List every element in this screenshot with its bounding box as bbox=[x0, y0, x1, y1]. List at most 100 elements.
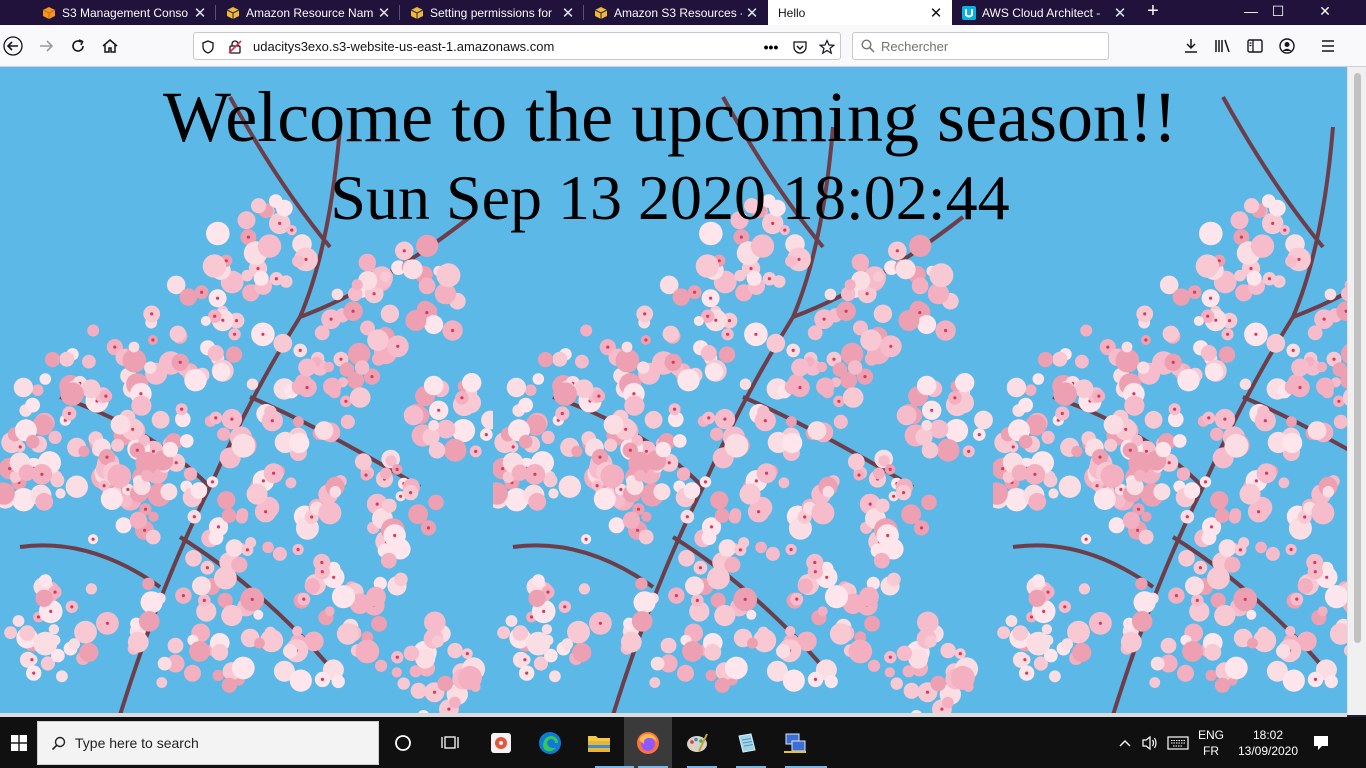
timeline-button[interactable] bbox=[427, 717, 473, 768]
tab-title: AWS Cloud Architect - bbox=[982, 5, 1101, 20]
url-text: udacitys3exo.s3-website-us-east-1.amazon… bbox=[253, 39, 555, 54]
udacity-icon bbox=[962, 5, 976, 20]
pocket-icon[interactable] bbox=[791, 38, 809, 56]
task-view-icon bbox=[441, 735, 459, 749]
aws-cube-icon bbox=[410, 6, 424, 19]
taskbar-app-recorder[interactable] bbox=[477, 717, 525, 768]
cortana-circle-icon bbox=[395, 734, 411, 751]
search-bar[interactable] bbox=[852, 32, 1109, 60]
hamburger-menu-icon bbox=[1322, 40, 1334, 52]
library-button[interactable] bbox=[1210, 33, 1236, 59]
edge-browser-icon bbox=[539, 731, 561, 754]
aws-box-icon bbox=[42, 6, 56, 19]
downloads-button[interactable] bbox=[1178, 33, 1204, 59]
windows-taskbar: Type here to search ENG FR 18:02 13/09/2… bbox=[0, 717, 1366, 768]
bookmark-star-icon[interactable] bbox=[818, 38, 836, 56]
account-button[interactable] bbox=[1274, 33, 1300, 59]
shield-icon[interactable] bbox=[199, 38, 217, 56]
firefox-icon bbox=[637, 731, 659, 754]
clock-date: 13/09/2020 bbox=[1237, 743, 1299, 758]
paint-palette-icon bbox=[687, 733, 708, 752]
notification-icon bbox=[1314, 735, 1328, 750]
account-icon bbox=[1279, 38, 1295, 54]
task-view-button[interactable] bbox=[380, 717, 426, 768]
forward-button[interactable] bbox=[33, 33, 59, 59]
tab-strip: S3 Management Conso ✕ Amazon Resource Na… bbox=[0, 0, 1366, 25]
search-input[interactable] bbox=[881, 37, 1101, 55]
tab-s3-management[interactable]: S3 Management Conso ✕ bbox=[32, 0, 216, 25]
home-button[interactable] bbox=[97, 33, 123, 59]
scrollbar-thumb[interactable] bbox=[1354, 73, 1361, 643]
tab-title: Amazon S3 Resources - bbox=[614, 5, 742, 20]
taskbar-app-firefox[interactable] bbox=[624, 717, 672, 768]
network-computer-icon bbox=[784, 733, 806, 753]
start-button[interactable] bbox=[0, 717, 37, 768]
aws-cube-icon bbox=[226, 6, 240, 19]
tab-aws-cloud-architect[interactable]: AWS Cloud Architect - ✕ bbox=[952, 0, 1136, 25]
notepad-icon bbox=[738, 732, 756, 753]
tab-amazon-s3-resources[interactable]: Amazon S3 Resources - ✕ bbox=[584, 0, 768, 25]
close-tab-icon[interactable]: ✕ bbox=[190, 4, 210, 22]
taskbar-app-edge[interactable] bbox=[526, 717, 574, 768]
reload-icon bbox=[72, 39, 84, 52]
close-window-button[interactable]: ✕ bbox=[1302, 0, 1348, 25]
page-actions-icon[interactable]: ••• bbox=[762, 38, 780, 56]
search-icon bbox=[51, 736, 66, 751]
back-button[interactable] bbox=[0, 33, 26, 59]
tab-title: Hello bbox=[778, 5, 806, 20]
close-tab-icon[interactable]: ✕ bbox=[558, 4, 578, 22]
taskbar-app-notes[interactable] bbox=[722, 717, 770, 768]
tab-title: Setting permissions for bbox=[430, 5, 553, 20]
web-page-content: Welcome to the upcoming season!! Sun Sep… bbox=[0, 67, 1347, 715]
maximize-button[interactable]: ☐ bbox=[1255, 0, 1301, 25]
address-bar[interactable]: udacitys3exo.s3-website-us-east-1.amazon… bbox=[193, 32, 841, 60]
tab-title: S3 Management Conso bbox=[62, 5, 189, 20]
close-tab-icon[interactable]: ✕ bbox=[926, 4, 946, 22]
page-headline: Welcome to the upcoming season!! bbox=[163, 77, 1177, 157]
keyboard-layout-code: FR bbox=[1203, 743, 1219, 758]
vertical-scrollbar[interactable] bbox=[1347, 67, 1366, 715]
taskbar-app-remote[interactable] bbox=[771, 717, 819, 768]
taskbar-search-placeholder: Type here to search bbox=[75, 735, 199, 751]
volume-button[interactable] bbox=[1138, 717, 1162, 768]
clock[interactable]: 18:02 13/09/2020 bbox=[1230, 717, 1306, 768]
action-center-button[interactable] bbox=[1306, 717, 1336, 768]
sidebar-icon bbox=[1247, 39, 1263, 53]
tab-hello[interactable]: Hello ✕ bbox=[768, 0, 952, 25]
back-arrow-icon bbox=[3, 36, 23, 56]
insecure-lock-icon[interactable] bbox=[226, 38, 244, 56]
tab-setting-permissions[interactable]: Setting permissions for ✕ bbox=[400, 0, 584, 25]
search-icon bbox=[861, 39, 875, 53]
input-language-indicator[interactable]: ENG FR bbox=[1194, 717, 1228, 768]
cherry-blossom-image bbox=[993, 67, 1347, 715]
language-code: ENG bbox=[1197, 727, 1224, 742]
windows-logo-icon bbox=[10, 734, 27, 751]
folder-icon bbox=[588, 735, 610, 752]
taskbar-search-box[interactable]: Type here to search bbox=[37, 721, 379, 765]
forward-arrow-icon bbox=[40, 40, 54, 52]
menu-button[interactable] bbox=[1315, 33, 1341, 59]
library-icon bbox=[1215, 39, 1230, 53]
taskbar-app-file-explorer[interactable] bbox=[575, 717, 623, 768]
speaker-icon bbox=[1142, 735, 1157, 750]
touch-keyboard-button[interactable] bbox=[1164, 717, 1192, 768]
navigation-toolbar: udacitys3exo.s3-website-us-east-1.amazon… bbox=[0, 25, 1366, 67]
tab-title: Amazon Resource Nam bbox=[246, 5, 374, 20]
aws-cube-icon bbox=[594, 6, 608, 19]
close-tab-icon[interactable]: ✕ bbox=[1110, 4, 1130, 22]
download-icon bbox=[1185, 39, 1197, 53]
sidebar-button[interactable] bbox=[1242, 33, 1268, 59]
show-hidden-icons-button[interactable] bbox=[1114, 717, 1136, 768]
new-tab-button[interactable]: + bbox=[1140, 0, 1166, 25]
clock-time: 18:02 bbox=[1252, 727, 1284, 742]
chevron-up-icon bbox=[1119, 739, 1131, 746]
keyboard-icon bbox=[1167, 735, 1189, 750]
tab-amazon-resource-names[interactable]: Amazon Resource Nam ✕ bbox=[216, 0, 400, 25]
home-icon bbox=[102, 39, 118, 53]
close-tab-icon[interactable]: ✕ bbox=[374, 4, 394, 22]
recorder-app-icon bbox=[491, 732, 511, 753]
close-tab-icon[interactable]: ✕ bbox=[742, 4, 762, 22]
reload-button[interactable] bbox=[65, 33, 91, 59]
taskbar-app-paint[interactable] bbox=[673, 717, 721, 768]
current-datetime: Sun Sep 13 2020 18:02:44 bbox=[330, 162, 1010, 233]
